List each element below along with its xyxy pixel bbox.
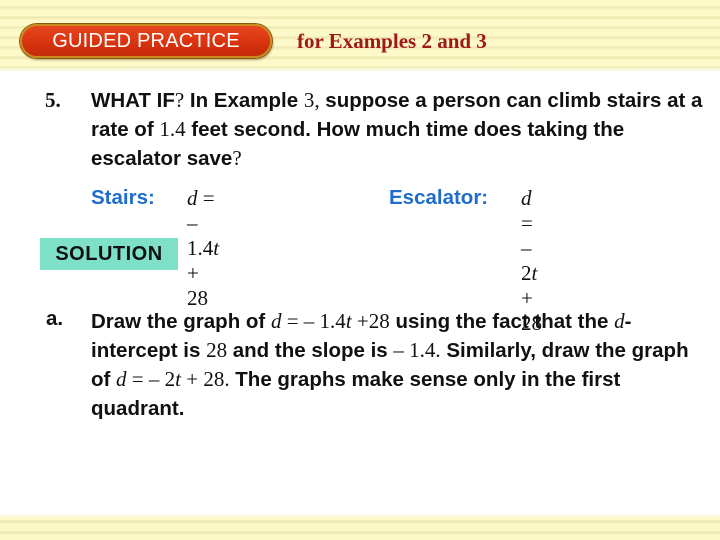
text-run: In Example	[184, 89, 304, 112]
guided-practice-label: GUIDED PRACTICE	[52, 29, 240, 52]
solution-label: SOLUTION	[55, 242, 163, 265]
text-run: – 1.4.	[393, 338, 441, 362]
part-a-label: a.	[46, 307, 64, 330]
stairs-equation: d = – 1.4t + 28	[187, 186, 219, 311]
text-run: ?	[232, 146, 242, 170]
question-number: 5.	[45, 88, 61, 112]
text-run: 3	[303, 88, 315, 112]
escalator-label: Escalator:	[389, 186, 489, 209]
text-run: d	[614, 309, 625, 333]
escalator-var-d: d	[521, 186, 532, 210]
question-text: WHAT IF? In Example 3, suppose a person …	[91, 86, 711, 173]
text-run: + 28.	[180, 367, 230, 391]
text-run: 28	[206, 338, 228, 362]
text-run: +28	[351, 309, 390, 333]
guided-practice-badge: GUIDED PRACTICE	[20, 24, 272, 58]
text-run: WHAT IF	[91, 89, 175, 112]
text-run: d	[116, 367, 127, 391]
header-subtitle: for Examples 2 and 3	[297, 29, 487, 53]
text-run: d	[270, 309, 282, 333]
text-run: and the slope is	[227, 339, 394, 362]
escalator-var-t: t	[531, 261, 538, 285]
text-run: using the fact that the	[389, 310, 615, 333]
stairs-label: Stairs:	[91, 186, 155, 209]
text-run: = – 1.4	[281, 309, 346, 333]
stairs-eq-end: + 28	[187, 261, 208, 310]
stairs-var-d: d	[187, 186, 198, 210]
stairs-var-t: t	[213, 236, 220, 260]
text-run: = – 2	[126, 367, 176, 391]
part-a-text: Draw the graph of d = – 1.4t +28 using t…	[91, 307, 711, 423]
text-run: ?	[174, 88, 185, 112]
solution-badge: SOLUTION	[40, 238, 178, 270]
text-run: 1.4	[159, 117, 186, 141]
footer-band	[0, 513, 720, 540]
text-run: Draw the graph of	[91, 310, 271, 333]
